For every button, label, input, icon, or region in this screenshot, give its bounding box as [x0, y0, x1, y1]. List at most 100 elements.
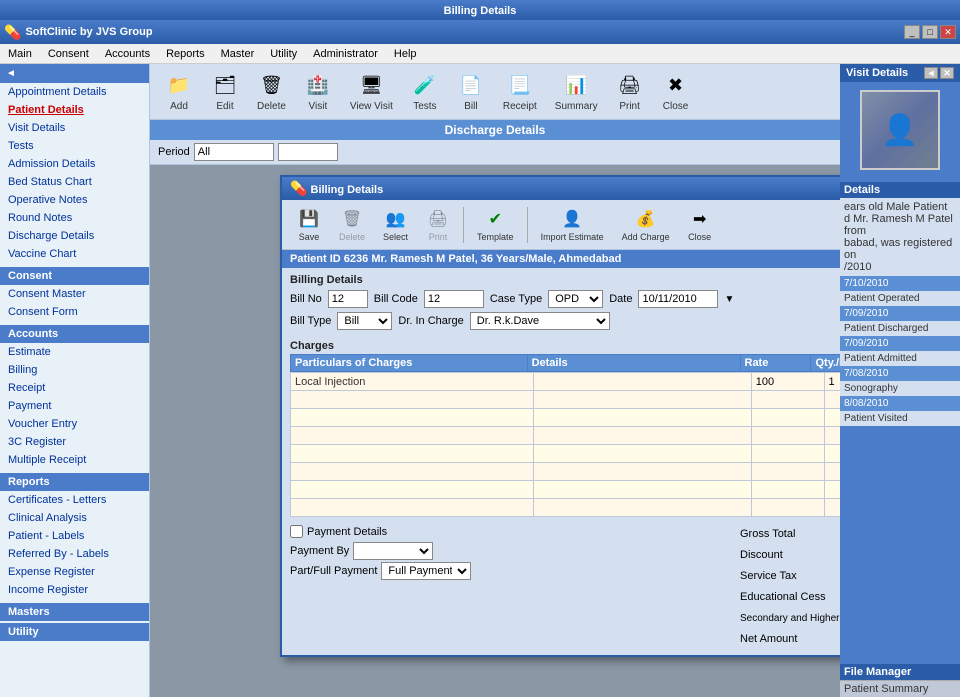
menu-accounts[interactable]: Accounts: [101, 47, 154, 61]
sidebar-item-round-notes[interactable]: Round Notes: [0, 209, 149, 227]
patient-summary-button[interactable]: Patient Summary: [840, 680, 960, 697]
detail-line-4: /2010: [844, 261, 956, 273]
modal-close-toolbar-button[interactable]: ➡ Close: [681, 204, 719, 245]
sidebar-item-receipt[interactable]: Receipt: [0, 379, 149, 397]
sidebar-item-appointment-details[interactable]: Appointment Details: [0, 83, 149, 101]
modal-save-button[interactable]: 💾 Save: [290, 204, 328, 245]
sidebar-item-estimate[interactable]: Estimate: [0, 343, 149, 361]
payment-by-select[interactable]: [353, 542, 433, 560]
sidebar-item-3c-register[interactable]: 3C Register: [0, 433, 149, 451]
case-type-label: Case Type: [490, 293, 542, 305]
modal-select-label: Select: [383, 232, 408, 242]
modal-add-charge-label: Add Charge: [622, 232, 670, 242]
part-full-select[interactable]: Full Payment Part Payment: [381, 562, 471, 580]
row-rate: 100: [751, 373, 824, 391]
bill-type-select[interactable]: Bill Estimate: [337, 312, 392, 330]
dr-in-charge-select[interactable]: Dr. R.k.Dave: [470, 312, 610, 330]
sidebar-section-consent: Consent: [0, 267, 149, 285]
close-button[interactable]: ✕: [940, 25, 956, 39]
event-date-2: 7/09/2010: [840, 306, 960, 321]
modal-select-button[interactable]: 👥 Select: [376, 204, 415, 245]
modal-template-button[interactable]: ✔ Template: [470, 204, 521, 245]
sidebar-item-billing[interactable]: Billing: [0, 361, 149, 379]
payment-details-checkbox[interactable]: [290, 525, 303, 538]
app-bar: 💊 SoftClinic by JVS Group _ □ ✕: [0, 20, 960, 44]
toolbar-summary-button[interactable]: 📊 Summary: [548, 68, 605, 115]
menu-utility[interactable]: Utility: [266, 47, 301, 61]
sidebar-item-discharge-details[interactable]: Discharge Details: [0, 227, 149, 245]
bill-icon: 📄: [457, 71, 485, 99]
sidebar-nav-up[interactable]: ◄: [2, 66, 20, 81]
date-picker-icon[interactable]: ▼: [724, 294, 734, 305]
menu-consent[interactable]: Consent: [44, 47, 93, 61]
menu-help[interactable]: Help: [390, 47, 421, 61]
sidebar-item-income-register[interactable]: Income Register: [0, 581, 149, 599]
col-rate: Rate: [740, 355, 811, 372]
billing-form-row-1: Bill No Bill Code Case Type OPD IPD Date…: [290, 290, 840, 308]
toolbar-bill-button[interactable]: 📄 Bill: [450, 68, 492, 115]
sidebar-item-tests[interactable]: Tests: [0, 137, 149, 155]
toolbar-print-button[interactable]: 🖨 Print: [609, 68, 651, 115]
visit-panel-prev-button[interactable]: ◄: [924, 67, 938, 79]
sidebar-item-voucher-entry[interactable]: Voucher Entry: [0, 415, 149, 433]
sidebar-item-bed-status-chart[interactable]: Bed Status Chart: [0, 173, 149, 191]
filter-period-input[interactable]: [194, 143, 274, 161]
modal-print-icon: 🖨: [426, 207, 450, 231]
patient-photo: 👤: [862, 92, 938, 168]
sidebar-item-patient-details[interactable]: Patient Details: [0, 101, 149, 119]
filter-secondary-input[interactable]: [278, 143, 338, 161]
toolbar-edit-button[interactable]: 🗂 Edit: [204, 68, 246, 115]
menu-master[interactable]: Master: [217, 47, 259, 61]
modal-delete-label: Delete: [339, 232, 365, 242]
toolbar-delete-label: Delete: [257, 101, 286, 112]
minimize-button[interactable]: _: [904, 25, 920, 39]
sidebar-item-operative-notes[interactable]: Operative Notes: [0, 191, 149, 209]
table-row: [291, 409, 841, 427]
toolbar-close-button[interactable]: ✖ Close: [655, 68, 697, 115]
modal-add-charge-icon: 💰: [634, 207, 658, 231]
modal-import-estimate-button[interactable]: 👤 Import Estimate: [534, 204, 611, 245]
sidebar-item-admission-details[interactable]: Admission Details: [0, 155, 149, 173]
sidebar-nav-top: ◄: [0, 64, 149, 83]
visit-detail-text: ears old Male Patient d Mr. Ramesh M Pat…: [840, 198, 960, 276]
bill-code-input[interactable]: [424, 290, 484, 308]
detail-line-3: babad, was registered on: [844, 237, 956, 261]
sidebar-item-multiple-receipt[interactable]: Multiple Receipt: [0, 451, 149, 469]
modal-delete-button[interactable]: 🗑 Delete: [332, 204, 372, 245]
event-date-5: 8/08/2010: [840, 396, 960, 411]
patient-info-bar: Patient ID 6236 Mr. Ramesh M Patel, 36 Y…: [282, 250, 840, 268]
sidebar-item-clinical-analysis[interactable]: Clinical Analysis: [0, 509, 149, 527]
menu-administrator[interactable]: Administrator: [309, 47, 382, 61]
event-4: Sonography: [840, 381, 960, 396]
case-type-select[interactable]: OPD IPD: [548, 290, 603, 308]
bill-no-input[interactable]: [328, 290, 368, 308]
sidebar-item-consent-form[interactable]: Consent Form: [0, 303, 149, 321]
modal-title-text: 💊 Billing Details: [290, 180, 383, 197]
sidebar-item-consent-master[interactable]: Consent Master: [0, 285, 149, 303]
toolbar-receipt-button[interactable]: 📃 Receipt: [496, 68, 544, 115]
modal-add-charge-button[interactable]: 💰 Add Charge: [615, 204, 677, 245]
sidebar-item-visit-details[interactable]: Visit Details: [0, 119, 149, 137]
billing-modal: 💊 Billing Details ✕ 💾 Save 🗑 Delete: [280, 175, 840, 657]
modal-print-button[interactable]: 🖨 Print: [419, 204, 457, 245]
menu-reports[interactable]: Reports: [162, 47, 209, 61]
sidebar-item-patient-labels[interactable]: Patient - Labels: [0, 527, 149, 545]
maximize-button[interactable]: □: [922, 25, 938, 39]
toolbar-tests-button[interactable]: 🧪 Tests: [404, 68, 446, 115]
charges-section: Charges Particulars of Charges Details R…: [282, 340, 840, 521]
event-3: Patient Admitted: [840, 351, 960, 366]
toolbar-view-visit-button[interactable]: 🖥 View Visit: [343, 68, 400, 115]
visit-panel-next-button[interactable]: ✕: [940, 67, 954, 79]
receipt-icon: 📃: [506, 71, 534, 99]
sidebar-item-expense-register[interactable]: Expense Register: [0, 563, 149, 581]
sidebar-item-referred-by-labels[interactable]: Referred By - Labels: [0, 545, 149, 563]
toolbar-delete-button[interactable]: 🗑 Delete: [250, 68, 293, 115]
toolbar-visit-button[interactable]: 🏥 Visit: [297, 68, 339, 115]
sidebar-item-vaccine-chart[interactable]: Vaccine Chart: [0, 245, 149, 263]
menu-main[interactable]: Main: [4, 47, 36, 61]
date-input[interactable]: [638, 290, 718, 308]
sidebar-item-certificates-letters[interactable]: Certificates - Letters: [0, 491, 149, 509]
sidebar-item-payment[interactable]: Payment: [0, 397, 149, 415]
table-row: [291, 391, 841, 409]
toolbar-add-button[interactable]: 📁 Add: [158, 68, 200, 115]
